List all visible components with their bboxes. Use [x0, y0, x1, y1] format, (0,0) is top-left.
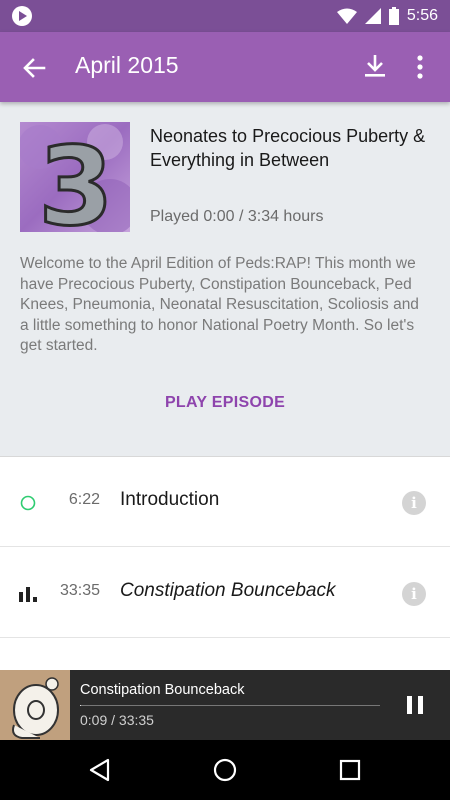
- play-episode-button[interactable]: PLAY EPISODE: [0, 394, 450, 412]
- wifi-icon: [336, 8, 357, 24]
- play-badge-icon: [12, 6, 32, 26]
- chapter-row[interactable]: 33:35 Constipation Bounceback i: [0, 548, 450, 638]
- episode-title: Neonates to Precocious Puberty & Everyth…: [150, 126, 426, 170]
- info-icon[interactable]: i: [402, 491, 426, 515]
- episode-artwork: 3: [20, 122, 130, 232]
- info-icon[interactable]: i: [402, 582, 426, 606]
- now-playing-artwork: [0, 670, 70, 740]
- episode-description: Welcome to the April Edition of Peds:RAP…: [20, 255, 419, 354]
- page-title: April 2015: [75, 52, 179, 78]
- battery-icon: [388, 7, 399, 25]
- nav-recents-icon[interactable]: [336, 756, 364, 784]
- status-time: 5:56: [406, 7, 438, 24]
- chapter-row[interactable]: [0, 639, 450, 670]
- now-playing-title: Constipation Bounceback: [80, 682, 245, 698]
- chapter-duration: 33:35: [59, 582, 100, 599]
- now-playing-bar[interactable]: Constipation Bounceback 0:09 / 33:35: [0, 670, 450, 740]
- app-bar: April 2015: [0, 32, 450, 102]
- playback-progress[interactable]: [80, 705, 380, 706]
- now-playing-bars-icon: [18, 584, 38, 604]
- system-nav-bar: [0, 740, 450, 800]
- status-bar: 5:56: [0, 0, 450, 32]
- chapter-row[interactable]: 6:22 Introduction i: [0, 457, 450, 547]
- signal-icon: [364, 8, 381, 24]
- now-playing-time: 0:09 / 33:35: [80, 712, 154, 728]
- episode-header: 3 Neonates to Precocious Puberty & Every…: [0, 102, 450, 457]
- status-icons: 5:56: [336, 6, 438, 26]
- artwork-numeral: 3: [38, 125, 113, 232]
- more-vert-icon[interactable]: [408, 52, 432, 82]
- episode-played: Played 0:00 / 3:34 hours: [150, 208, 324, 225]
- nav-back-icon[interactable]: [86, 756, 114, 784]
- unplayed-circle-icon: [18, 493, 38, 513]
- chapter-duration: 6:22: [68, 491, 100, 508]
- chapter-title: Introduction: [120, 489, 220, 510]
- back-arrow-icon[interactable]: [18, 52, 50, 84]
- chapter-title: Constipation Bounceback: [120, 580, 336, 601]
- nav-home-icon[interactable]: [211, 756, 239, 784]
- download-icon[interactable]: [360, 52, 390, 82]
- pause-icon[interactable]: [402, 692, 428, 718]
